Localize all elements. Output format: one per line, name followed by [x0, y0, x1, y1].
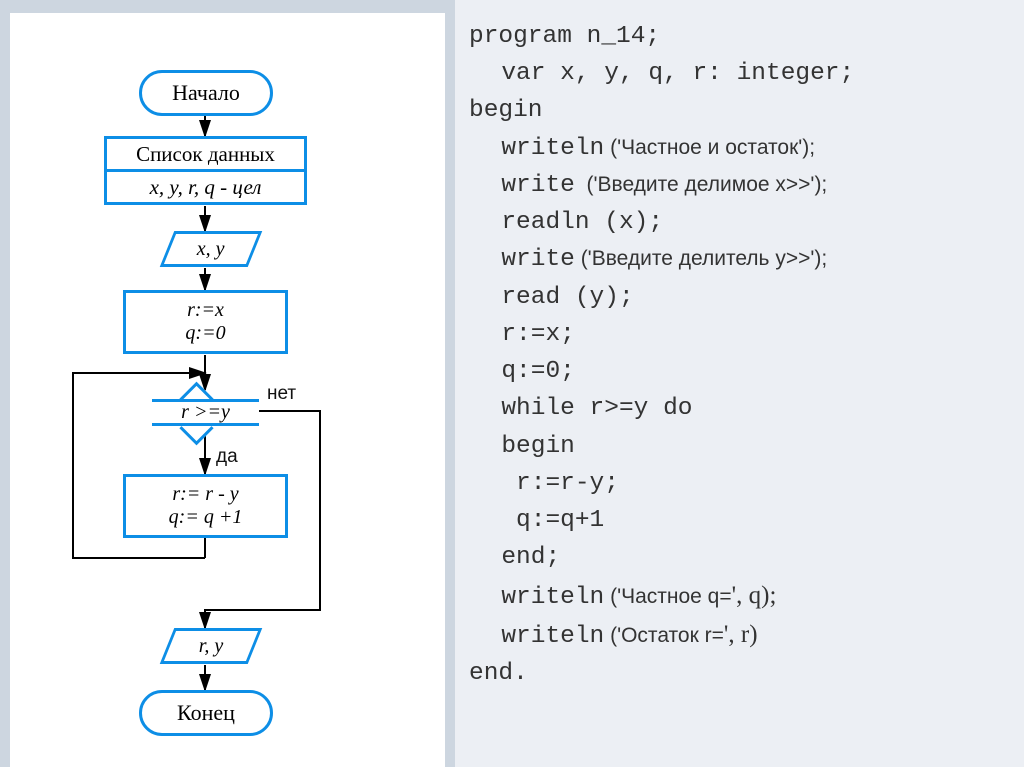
code-line-16: writeln ('Частное q=', q);: [469, 577, 1016, 616]
flowchart-panel: Начало Список данных x, y, r, q - цел x,…: [0, 0, 455, 767]
code-panel: program n_14; var x, y, q, r: integer; b…: [455, 0, 1024, 767]
edge-yes-label: да: [216, 446, 238, 468]
code-line-13: r:=r-y;: [469, 465, 1016, 502]
code-line-4: writeln ('Частное и остаток');: [469, 130, 1016, 167]
flow-loop-l2: q:= q +1: [169, 506, 243, 529]
code-line-17: writeln ('Остаток r=', r): [469, 616, 1016, 655]
code-line-5: write ('Введите делимое x>>');: [469, 167, 1016, 204]
flow-loop-body: r:= r - y q:= q +1: [123, 474, 288, 538]
flow-vars-label: x, y, r, q - цел: [150, 175, 262, 200]
code-line-12: begin: [469, 428, 1016, 465]
code-line-18: end.: [469, 655, 1016, 692]
flow-vars: x, y, r, q - цел: [104, 169, 307, 205]
code-line-6: readln (x);: [469, 204, 1016, 241]
flow-decision-label: r >=y: [152, 396, 259, 428]
code-line-15: end;: [469, 539, 1016, 576]
flow-end-label: Конец: [177, 700, 235, 726]
flow-start-label: Начало: [172, 80, 240, 106]
flow-io-output-label: r, y: [199, 635, 223, 658]
flow-assign1-l1: r:=x: [187, 299, 224, 322]
code-line-3: begin: [469, 92, 1016, 129]
code-line-1: program n_14;: [469, 18, 1016, 55]
flow-end: Конец: [139, 690, 273, 736]
flow-datalist-label: Список данных: [136, 142, 275, 167]
code-line-11: while r>=y do: [469, 390, 1016, 427]
edge-no-label: нет: [267, 383, 296, 405]
code-line-7: write ('Введите делитель y>>');: [469, 241, 1016, 278]
flow-io-input-label: x, y: [197, 238, 225, 261]
code-line-9: r:=x;: [469, 316, 1016, 353]
code-line-8: read (y);: [469, 279, 1016, 316]
flow-datalist: Список данных: [104, 136, 307, 172]
code-line-14: q:=q+1: [469, 502, 1016, 539]
flow-assign1-l2: q:=0: [185, 322, 225, 345]
flow-loop-l1: r:= r - y: [172, 483, 238, 506]
flow-io-input: x, y: [160, 231, 263, 267]
code-line-2: var x, y, q, r: integer;: [469, 55, 1016, 92]
flow-io-output: r, y: [160, 628, 263, 664]
flow-start: Начало: [139, 70, 273, 116]
code-line-10: q:=0;: [469, 353, 1016, 390]
flow-assign1: r:=x q:=0: [123, 290, 288, 354]
